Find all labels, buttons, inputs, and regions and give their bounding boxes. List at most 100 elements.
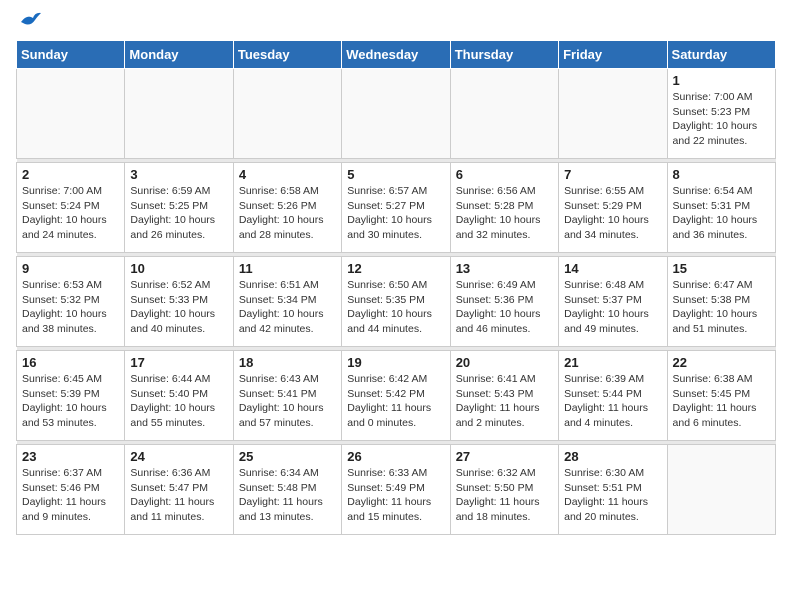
day-number: 4 — [239, 167, 336, 182]
calendar-cell: 20 Sunrise: 6:41 AM Sunset: 5:43 PM Dayli… — [450, 351, 558, 441]
calendar-cell: 12 Sunrise: 6:50 AM Sunset: 5:35 PM Dayli… — [342, 257, 450, 347]
day-number: 15 — [673, 261, 770, 276]
day-number: 13 — [456, 261, 553, 276]
calendar-cell: 1 Sunrise: 7:00 AM Sunset: 5:23 PM Daylig… — [667, 69, 775, 159]
logo-bird-icon — [19, 12, 41, 30]
day-info: Sunrise: 6:56 AM Sunset: 5:28 PM Dayligh… — [456, 184, 553, 243]
calendar-cell: 27 Sunrise: 6:32 AM Sunset: 5:50 PM Dayli… — [450, 445, 558, 535]
day-number: 9 — [22, 261, 119, 276]
day-info: Sunrise: 6:52 AM Sunset: 5:33 PM Dayligh… — [130, 278, 227, 337]
calendar-cell: 5 Sunrise: 6:57 AM Sunset: 5:27 PM Daylig… — [342, 163, 450, 253]
day-number: 6 — [456, 167, 553, 182]
day-info: Sunrise: 6:55 AM Sunset: 5:29 PM Dayligh… — [564, 184, 661, 243]
weekday-header-tuesday: Tuesday — [233, 41, 341, 69]
day-number: 8 — [673, 167, 770, 182]
calendar-cell: 10 Sunrise: 6:52 AM Sunset: 5:33 PM Dayli… — [125, 257, 233, 347]
day-info: Sunrise: 6:49 AM Sunset: 5:36 PM Dayligh… — [456, 278, 553, 337]
calendar-cell: 21Sunrise: 6:39 AM Sunset: 5:44 PM Dayli… — [559, 351, 667, 441]
calendar-cell: 6 Sunrise: 6:56 AM Sunset: 5:28 PM Daylig… — [450, 163, 558, 253]
calendar-cell: 22 Sunrise: 6:38 AM Sunset: 5:45 PM Dayli… — [667, 351, 775, 441]
day-info: Sunrise: 6:38 AM Sunset: 5:45 PM Dayligh… — [673, 372, 770, 431]
logo — [16, 16, 41, 30]
weekday-header-monday: Monday — [125, 41, 233, 69]
weekday-header-saturday: Saturday — [667, 41, 775, 69]
day-info: Sunrise: 6:33 AM Sunset: 5:49 PM Dayligh… — [347, 466, 444, 525]
calendar-cell: 8 Sunrise: 6:54 AM Sunset: 5:31 PM Daylig… — [667, 163, 775, 253]
day-info: Sunrise: 6:32 AM Sunset: 5:50 PM Dayligh… — [456, 466, 553, 525]
day-number: 3 — [130, 167, 227, 182]
calendar-cell: 15Sunrise: 6:47 AM Sunset: 5:38 PM Dayli… — [667, 257, 775, 347]
day-info: Sunrise: 6:37 AM Sunset: 5:46 PM Dayligh… — [22, 466, 119, 525]
day-number: 14 — [564, 261, 661, 276]
day-info: Sunrise: 6:41 AM Sunset: 5:43 PM Dayligh… — [456, 372, 553, 431]
page-header — [16, 16, 776, 30]
day-info: Sunrise: 6:42 AM Sunset: 5:42 PM Dayligh… — [347, 372, 444, 431]
day-number: 1 — [673, 73, 770, 88]
calendar-week-3: 9 Sunrise: 6:53 AM Sunset: 5:32 PM Daylig… — [17, 257, 776, 347]
day-info: Sunrise: 6:54 AM Sunset: 5:31 PM Dayligh… — [673, 184, 770, 243]
calendar-cell: 3 Sunrise: 6:59 AM Sunset: 5:25 PM Daylig… — [125, 163, 233, 253]
day-number: 24 — [130, 449, 227, 464]
calendar-cell: 14 Sunrise: 6:48 AM Sunset: 5:37 PM Dayli… — [559, 257, 667, 347]
day-info: Sunrise: 6:39 AM Sunset: 5:44 PM Dayligh… — [564, 372, 661, 431]
calendar-cell — [342, 69, 450, 159]
weekday-header-friday: Friday — [559, 41, 667, 69]
day-number: 22 — [673, 355, 770, 370]
weekday-header-row: SundayMondayTuesdayWednesdayThursdayFrid… — [17, 41, 776, 69]
calendar-table: SundayMondayTuesdayWednesdayThursdayFrid… — [16, 40, 776, 535]
calendar-cell: 26 Sunrise: 6:33 AM Sunset: 5:49 PM Dayli… — [342, 445, 450, 535]
day-info: Sunrise: 6:53 AM Sunset: 5:32 PM Dayligh… — [22, 278, 119, 337]
calendar-cell: 17 Sunrise: 6:44 AM Sunset: 5:40 PM Dayli… — [125, 351, 233, 441]
calendar-cell: 19 Sunrise: 6:42 AM Sunset: 5:42 PM Dayli… — [342, 351, 450, 441]
day-number: 17 — [130, 355, 227, 370]
day-number: 18 — [239, 355, 336, 370]
calendar-cell: 7 Sunrise: 6:55 AM Sunset: 5:29 PM Daylig… — [559, 163, 667, 253]
day-number: 5 — [347, 167, 444, 182]
day-number: 25 — [239, 449, 336, 464]
day-info: Sunrise: 6:59 AM Sunset: 5:25 PM Dayligh… — [130, 184, 227, 243]
weekday-header-wednesday: Wednesday — [342, 41, 450, 69]
day-number: 10 — [130, 261, 227, 276]
weekday-header-sunday: Sunday — [17, 41, 125, 69]
day-info: Sunrise: 6:50 AM Sunset: 5:35 PM Dayligh… — [347, 278, 444, 337]
calendar-cell: 11 Sunrise: 6:51 AM Sunset: 5:34 PM Dayli… — [233, 257, 341, 347]
day-number: 2 — [22, 167, 119, 182]
calendar-week-2: 2Sunrise: 7:00 AM Sunset: 5:24 PM Daylig… — [17, 163, 776, 253]
day-number: 28 — [564, 449, 661, 464]
weekday-header-thursday: Thursday — [450, 41, 558, 69]
day-info: Sunrise: 7:00 AM Sunset: 5:23 PM Dayligh… — [673, 90, 770, 149]
calendar-week-5: 23 Sunrise: 6:37 AM Sunset: 5:46 PM Dayli… — [17, 445, 776, 535]
calendar-cell — [233, 69, 341, 159]
calendar-week-1: 1 Sunrise: 7:00 AM Sunset: 5:23 PM Daylig… — [17, 69, 776, 159]
calendar-cell: 25 Sunrise: 6:34 AM Sunset: 5:48 PM Dayli… — [233, 445, 341, 535]
day-info: Sunrise: 6:34 AM Sunset: 5:48 PM Dayligh… — [239, 466, 336, 525]
day-number: 16 — [22, 355, 119, 370]
day-info: Sunrise: 6:43 AM Sunset: 5:41 PM Dayligh… — [239, 372, 336, 431]
day-number: 7 — [564, 167, 661, 182]
day-number: 12 — [347, 261, 444, 276]
day-info: Sunrise: 6:48 AM Sunset: 5:37 PM Dayligh… — [564, 278, 661, 337]
calendar-cell: 2Sunrise: 7:00 AM Sunset: 5:24 PM Daylig… — [17, 163, 125, 253]
day-info: Sunrise: 6:51 AM Sunset: 5:34 PM Dayligh… — [239, 278, 336, 337]
day-info: Sunrise: 6:45 AM Sunset: 5:39 PM Dayligh… — [22, 372, 119, 431]
day-number: 20 — [456, 355, 553, 370]
calendar-cell: 23 Sunrise: 6:37 AM Sunset: 5:46 PM Dayli… — [17, 445, 125, 535]
calendar-cell: 24 Sunrise: 6:36 AM Sunset: 5:47 PM Dayli… — [125, 445, 233, 535]
calendar-cell: 16 Sunrise: 6:45 AM Sunset: 5:39 PM Dayli… — [17, 351, 125, 441]
day-info: Sunrise: 6:44 AM Sunset: 5:40 PM Dayligh… — [130, 372, 227, 431]
day-number: 27 — [456, 449, 553, 464]
day-number: 26 — [347, 449, 444, 464]
day-info: Sunrise: 6:36 AM Sunset: 5:47 PM Dayligh… — [130, 466, 227, 525]
day-number: 19 — [347, 355, 444, 370]
calendar-week-4: 16 Sunrise: 6:45 AM Sunset: 5:39 PM Dayli… — [17, 351, 776, 441]
calendar-cell — [450, 69, 558, 159]
calendar-cell — [559, 69, 667, 159]
calendar-cell: 9 Sunrise: 6:53 AM Sunset: 5:32 PM Daylig… — [17, 257, 125, 347]
calendar-cell: 13 Sunrise: 6:49 AM Sunset: 5:36 PM Dayli… — [450, 257, 558, 347]
day-number: 11 — [239, 261, 336, 276]
day-number: 23 — [22, 449, 119, 464]
calendar-cell: 18 Sunrise: 6:43 AM Sunset: 5:41 PM Dayli… — [233, 351, 341, 441]
day-info: Sunrise: 6:30 AM Sunset: 5:51 PM Dayligh… — [564, 466, 661, 525]
calendar-cell — [667, 445, 775, 535]
day-info: Sunrise: 6:57 AM Sunset: 5:27 PM Dayligh… — [347, 184, 444, 243]
